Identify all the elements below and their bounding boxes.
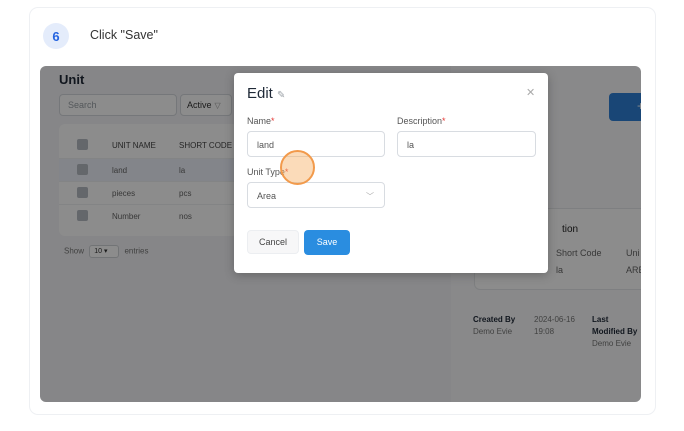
- name-label-text: Name: [247, 116, 272, 126]
- description-label: Description*: [397, 116, 446, 126]
- required-marker: *: [442, 116, 446, 126]
- name-field[interactable]: land: [247, 131, 385, 157]
- step-instruction: Click "Save": [90, 28, 158, 42]
- step-number-badge: 6: [43, 23, 69, 49]
- description-label-text: Description: [397, 116, 443, 126]
- click-indicator: [280, 150, 315, 185]
- close-icon[interactable]: ✕: [526, 86, 535, 99]
- app-screenshot: Unit Search Active ▽ UNIT NAME SHORT CODE…: [40, 66, 641, 402]
- required-marker: *: [271, 116, 275, 126]
- chevron-down-icon: ﹀: [366, 192, 374, 201]
- modal-title: Edit: [247, 85, 273, 102]
- save-button[interactable]: Save: [304, 230, 350, 255]
- pencil-icon: ✎: [277, 90, 286, 101]
- cancel-button[interactable]: Cancel: [247, 230, 299, 254]
- unit-type-value: Area: [257, 191, 277, 201]
- description-field[interactable]: la: [397, 131, 536, 157]
- unit-type-select[interactable]: Area ﹀: [247, 182, 385, 208]
- name-label: Name*: [247, 116, 275, 126]
